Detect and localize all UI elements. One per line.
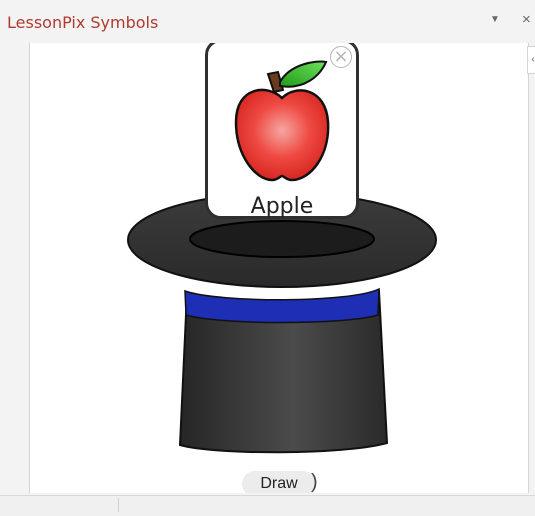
collapse-pane-icon[interactable]: ‹: [527, 46, 535, 74]
bottom-divider: [118, 498, 119, 512]
symbol-label: Apple: [250, 194, 314, 219]
pane-title: LessonPix Symbols: [7, 13, 159, 32]
bottom-scrollbar[interactable]: [0, 495, 535, 516]
symbol-card[interactable]: × Apple: [205, 43, 359, 219]
pane-close-icon[interactable]: ×: [522, 11, 531, 28]
pane-content: × Apple Draw ): [29, 43, 529, 493]
draw-button[interactable]: Draw: [242, 471, 316, 493]
task-pane-header: LessonPix Symbols ▼ ×: [0, 0, 535, 44]
apple-icon: [234, 60, 330, 182]
draw-button-edge: ): [311, 471, 318, 493]
pane-options-icon[interactable]: ▼: [490, 14, 500, 25]
remove-symbol-icon[interactable]: ×: [330, 46, 352, 68]
left-margin: [0, 43, 28, 495]
